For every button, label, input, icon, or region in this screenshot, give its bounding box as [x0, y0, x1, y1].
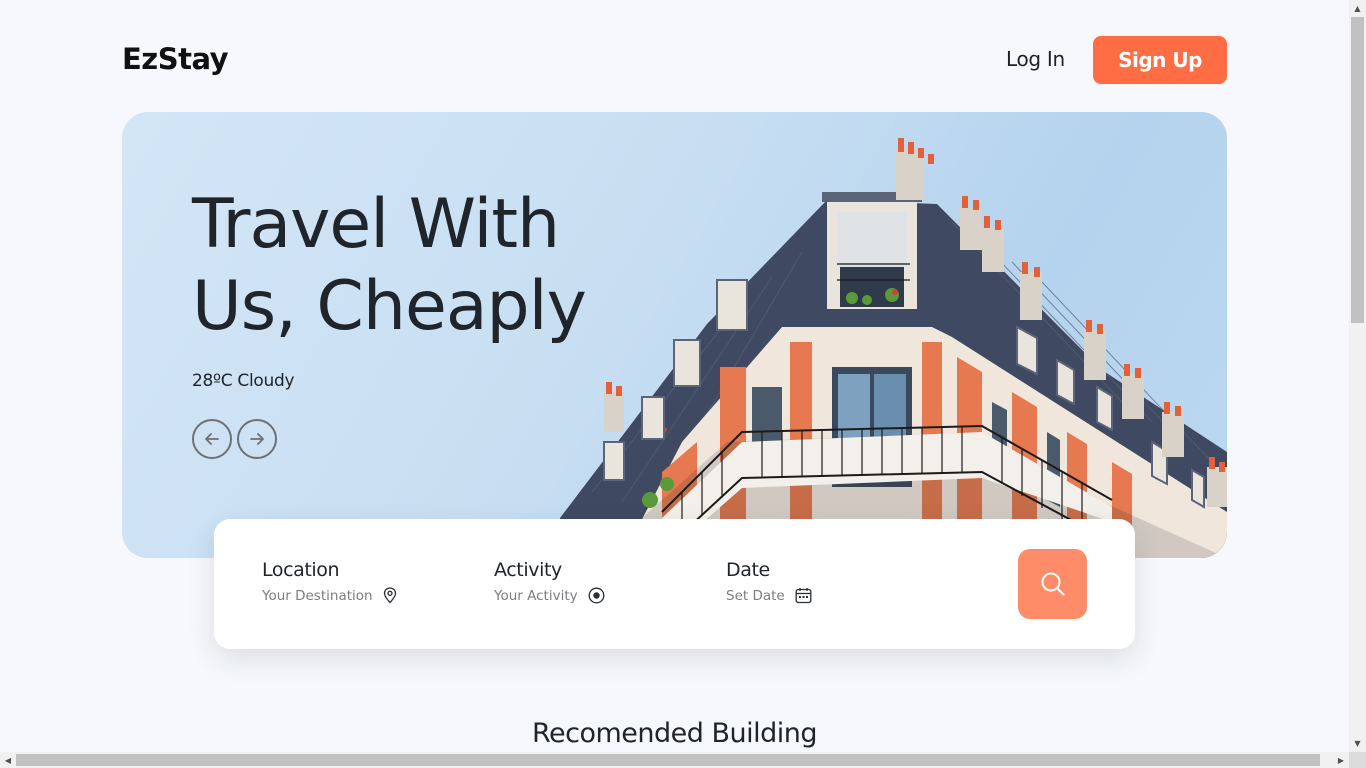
search-card: Location Your Destination Activity Your …	[214, 519, 1135, 649]
horizontal-scrollbar[interactable]: ◀ ▶	[0, 752, 1349, 768]
location-value[interactable]: Your Destination	[262, 588, 373, 604]
date-value[interactable]: Set Date	[726, 588, 785, 604]
weather-text: 28ºC Cloudy	[192, 371, 295, 391]
target-icon	[588, 587, 605, 604]
map-pin-icon	[383, 587, 396, 604]
activity-label: Activity	[494, 559, 562, 581]
calendar-icon	[795, 588, 812, 604]
scroll-down-icon[interactable]: ▼	[1349, 735, 1366, 752]
scroll-up-icon[interactable]: ▲	[1349, 0, 1366, 17]
date-field[interactable]: Date Set Date	[726, 559, 812, 604]
activity-value[interactable]: Your Activity	[494, 588, 578, 604]
location-field[interactable]: Location Your Destination	[262, 559, 397, 604]
next-slide-button[interactable]	[237, 419, 277, 459]
vertical-scroll-thumb[interactable]	[1351, 17, 1364, 323]
hero-banner: Travel With Us, Cheaply 28ºC Cloudy	[122, 112, 1227, 558]
scroll-left-icon[interactable]: ◀	[0, 752, 16, 768]
section-title: Recomended Building	[531, 718, 818, 749]
horizontal-scroll-thumb[interactable]	[16, 754, 1320, 766]
logo[interactable]: EzStay	[122, 42, 229, 76]
search-icon	[1041, 572, 1064, 596]
page: EzStay Log In Sign Up Travel With Us, Ch…	[0, 0, 1349, 752]
date-label: Date	[726, 559, 770, 581]
vertical-scrollbar[interactable]: ▲ ▼	[1349, 0, 1366, 752]
signup-button[interactable]: Sign Up	[1093, 36, 1227, 84]
hero-title: Travel With Us, Cheaply	[192, 185, 587, 346]
activity-field[interactable]: Activity Your Activity	[494, 559, 605, 604]
scroll-right-icon[interactable]: ▶	[1333, 752, 1349, 768]
arrow-left-icon	[205, 433, 219, 445]
scrollbar-corner	[1349, 752, 1366, 768]
login-link[interactable]: Log In	[1006, 47, 1065, 71]
search-button[interactable]	[1018, 549, 1087, 619]
prev-slide-button[interactable]	[192, 419, 232, 459]
arrow-right-icon	[250, 433, 264, 445]
location-label: Location	[262, 559, 340, 581]
